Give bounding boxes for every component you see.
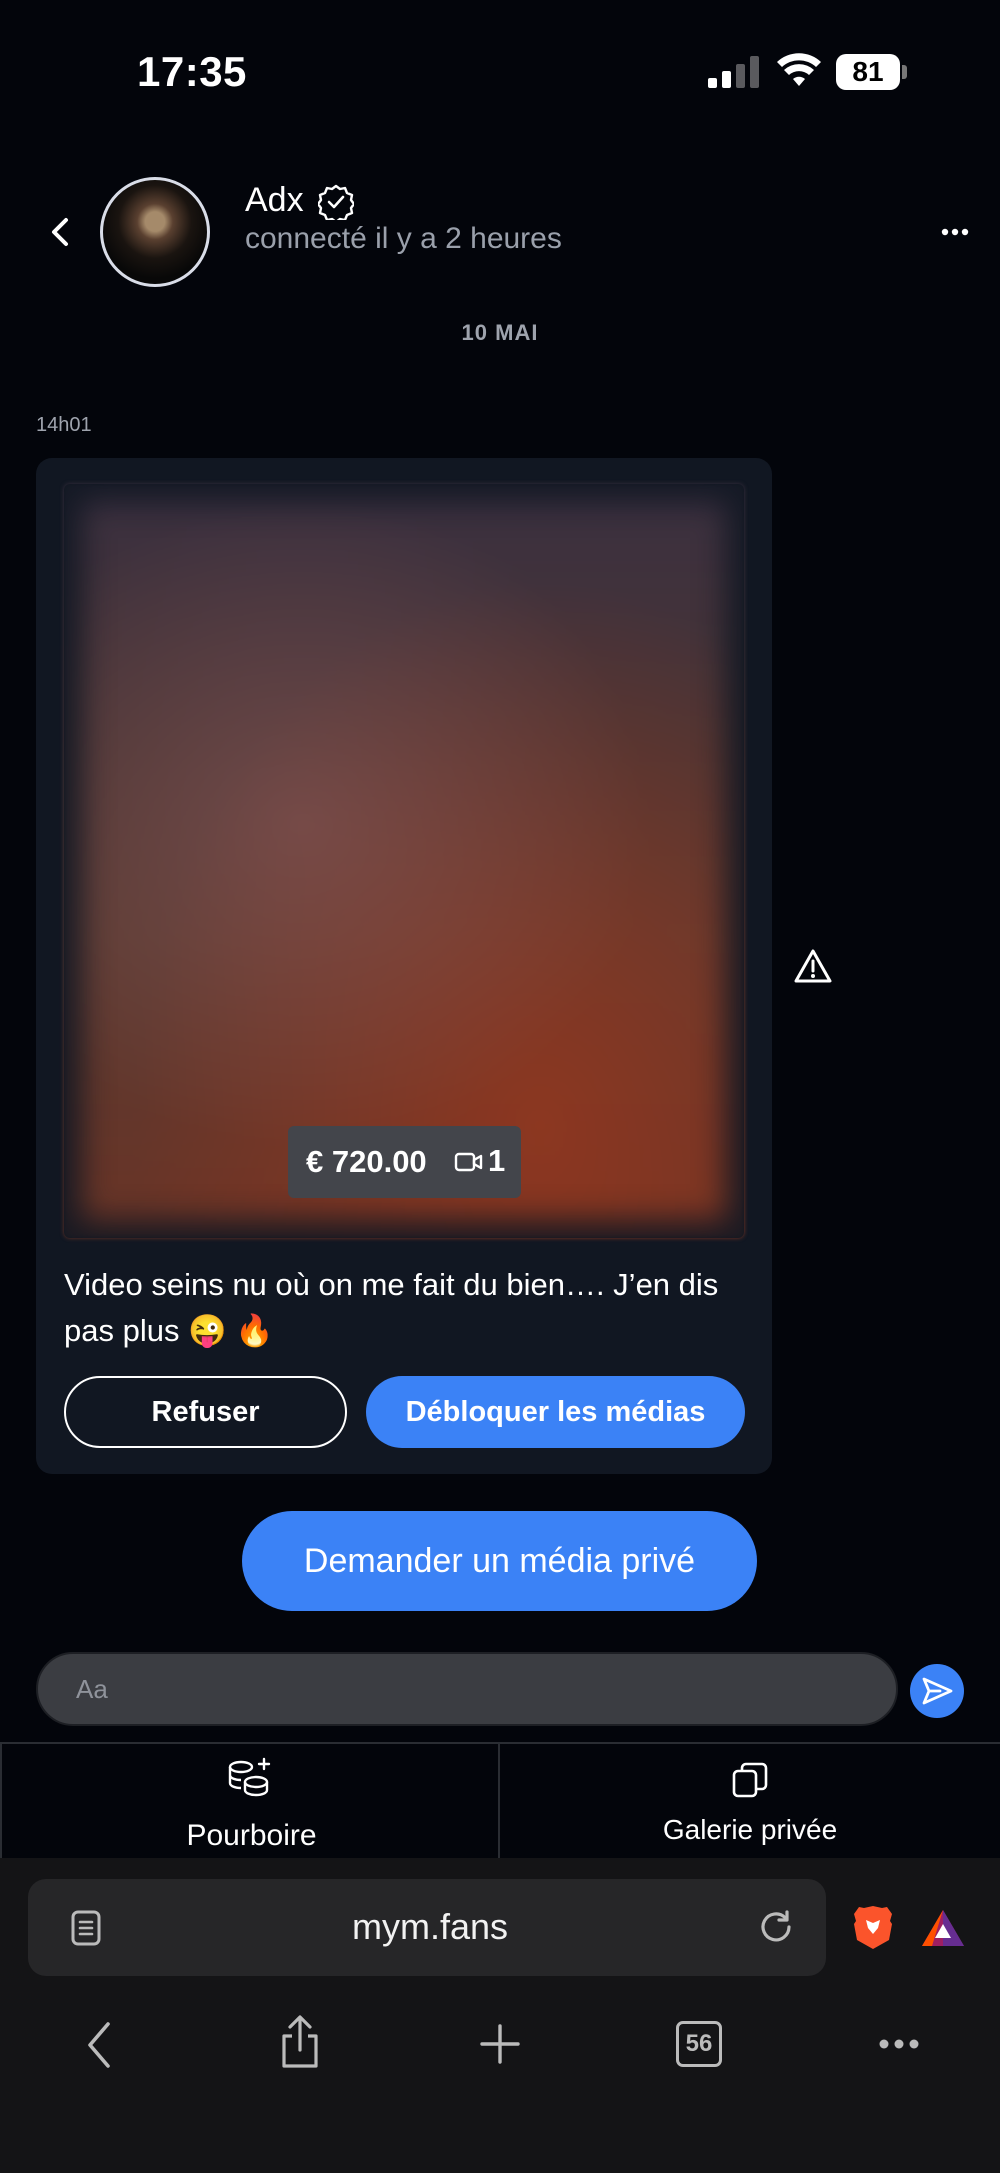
- media-count: 1: [488, 1143, 506, 1178]
- contact-name: Adx: [245, 181, 304, 219]
- browser-back-icon[interactable]: [84, 2020, 114, 2070]
- tip-label: Pourboire: [186, 1819, 317, 1852]
- avatar[interactable]: [100, 177, 210, 287]
- message-time: 14h01: [36, 414, 92, 436]
- verified-badge-icon: [318, 184, 354, 220]
- request-private-media-button[interactable]: Demander un média privé: [242, 1511, 757, 1611]
- message-input[interactable]: Aa: [36, 1652, 898, 1726]
- message-input-placeholder: Aa: [76, 1674, 108, 1704]
- report-warning-icon[interactable]: [793, 948, 833, 984]
- tabs-button[interactable]: 56: [676, 2021, 722, 2067]
- reload-icon[interactable]: [757, 1907, 797, 1947]
- date-separator: 10 MAI: [461, 320, 539, 345]
- status-time: 17:35: [137, 48, 247, 95]
- message-caption: Video seins nu où on me fait du bien…. J…: [64, 1267, 719, 1348]
- private-gallery-icon[interactable]: [730, 1760, 770, 1800]
- media-price: € 720.00: [306, 1144, 427, 1179]
- more-options-icon[interactable]: [940, 220, 970, 244]
- wifi-icon: [777, 53, 821, 86]
- battery-level: 81: [852, 56, 884, 87]
- url-text[interactable]: mym.fans: [230, 1906, 630, 1948]
- gallery-label[interactable]: Galerie privée: [500, 1814, 1000, 1846]
- reader-mode-icon[interactable]: [70, 1909, 102, 1947]
- browser-menu-icon[interactable]: [878, 2038, 920, 2050]
- send-button[interactable]: [910, 1664, 964, 1718]
- contact-status: connecté il y a 2 heures: [245, 222, 562, 255]
- brave-shield-icon[interactable]: [852, 1904, 894, 1950]
- unlock-media-button[interactable]: Débloquer les médias: [366, 1376, 745, 1448]
- brave-rewards-icon[interactable]: [920, 1908, 966, 1948]
- media-vignette: [64, 484, 744, 1238]
- video-camera-icon: [454, 1152, 483, 1172]
- back-chevron-icon[interactable]: [44, 212, 80, 252]
- battery-icon: 81: [836, 54, 907, 90]
- refuse-button[interactable]: Refuser: [64, 1376, 347, 1448]
- share-icon[interactable]: [278, 2014, 322, 2070]
- cellular-signal-icon: [708, 56, 759, 88]
- send-paper-plane-icon: [922, 1677, 953, 1705]
- coins-plus-icon: [228, 1757, 271, 1797]
- new-tab-plus-icon[interactable]: [478, 2022, 522, 2066]
